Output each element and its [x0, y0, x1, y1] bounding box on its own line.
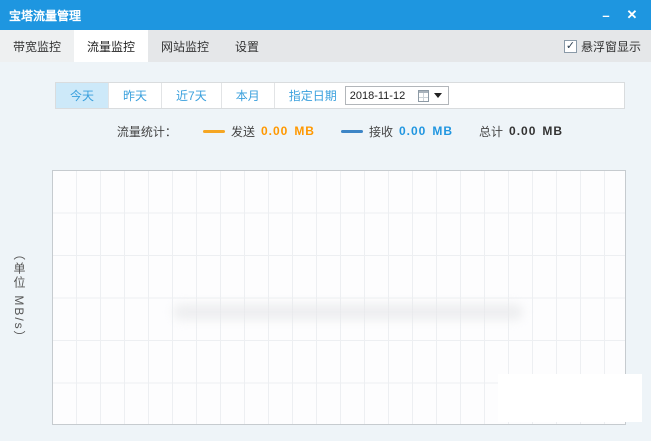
sent-value: 0.00: [261, 124, 288, 138]
window-title: 宝塔流量管理: [0, 7, 81, 24]
filter-yesterday-button[interactable]: 昨天: [109, 83, 162, 108]
date-filter-bar: 今天 昨天 近7天 本月 指定日期: [55, 82, 625, 109]
received-value: 0.00: [399, 124, 426, 138]
received-stat: 接收 0.00 MB: [341, 123, 453, 140]
titlebar: 宝塔流量管理 – ✕: [0, 0, 651, 30]
floating-window-label: 悬浮窗显示: [581, 38, 641, 55]
total-unit: MB: [542, 124, 563, 138]
traffic-stats-row: 流量统计： 发送 0.00 MB 接收 0.00 MB 总计 0.00 MB: [55, 120, 625, 142]
calendar-icon[interactable]: [418, 90, 429, 102]
close-icon[interactable]: ✕: [619, 4, 645, 26]
tab-settings[interactable]: 设置: [222, 30, 272, 62]
chart-artifact-band: [173, 304, 523, 320]
tab-bandwidth-monitor[interactable]: 带宽监控: [0, 30, 74, 62]
total-label: 总计: [479, 123, 503, 140]
dropdown-arrow-icon[interactable]: [434, 93, 442, 98]
floating-window-toggle[interactable]: ✓ 悬浮窗显示: [564, 30, 641, 62]
received-unit: MB: [432, 124, 453, 138]
checkbox-checked-icon[interactable]: ✓: [564, 40, 577, 53]
window-controls: – ✕: [593, 0, 645, 30]
tab-traffic-monitor[interactable]: 流量监控: [74, 30, 148, 62]
sent-unit: MB: [294, 124, 315, 138]
sent-stat: 发送 0.00 MB: [203, 123, 315, 140]
filter-last7days-button[interactable]: 近7天: [162, 83, 222, 108]
sent-legend-dash-icon: [203, 130, 225, 133]
received-legend-dash-icon: [341, 130, 363, 133]
filter-thismonth-button[interactable]: 本月: [222, 83, 275, 108]
traffic-stats-label: 流量统计：: [117, 123, 177, 140]
tab-bar: 带宽监控 流量监控 网站监控 设置 ✓ 悬浮窗显示: [0, 30, 651, 62]
tab-website-monitor[interactable]: 网站监控: [148, 30, 222, 62]
total-value: 0.00: [509, 124, 536, 138]
date-input[interactable]: [346, 90, 416, 102]
total-stat: 总计 0.00 MB: [479, 123, 563, 140]
specify-date-label: 指定日期: [275, 83, 345, 108]
date-picker[interactable]: [345, 86, 449, 105]
received-label: 接收: [369, 123, 393, 140]
y-axis-unit-label: （单位 MB/s）: [11, 248, 28, 345]
minimize-icon[interactable]: –: [593, 4, 619, 26]
filter-today-button[interactable]: 今天: [56, 83, 109, 108]
sent-label: 发送: [231, 123, 255, 140]
overlay-white-box: [498, 374, 642, 422]
